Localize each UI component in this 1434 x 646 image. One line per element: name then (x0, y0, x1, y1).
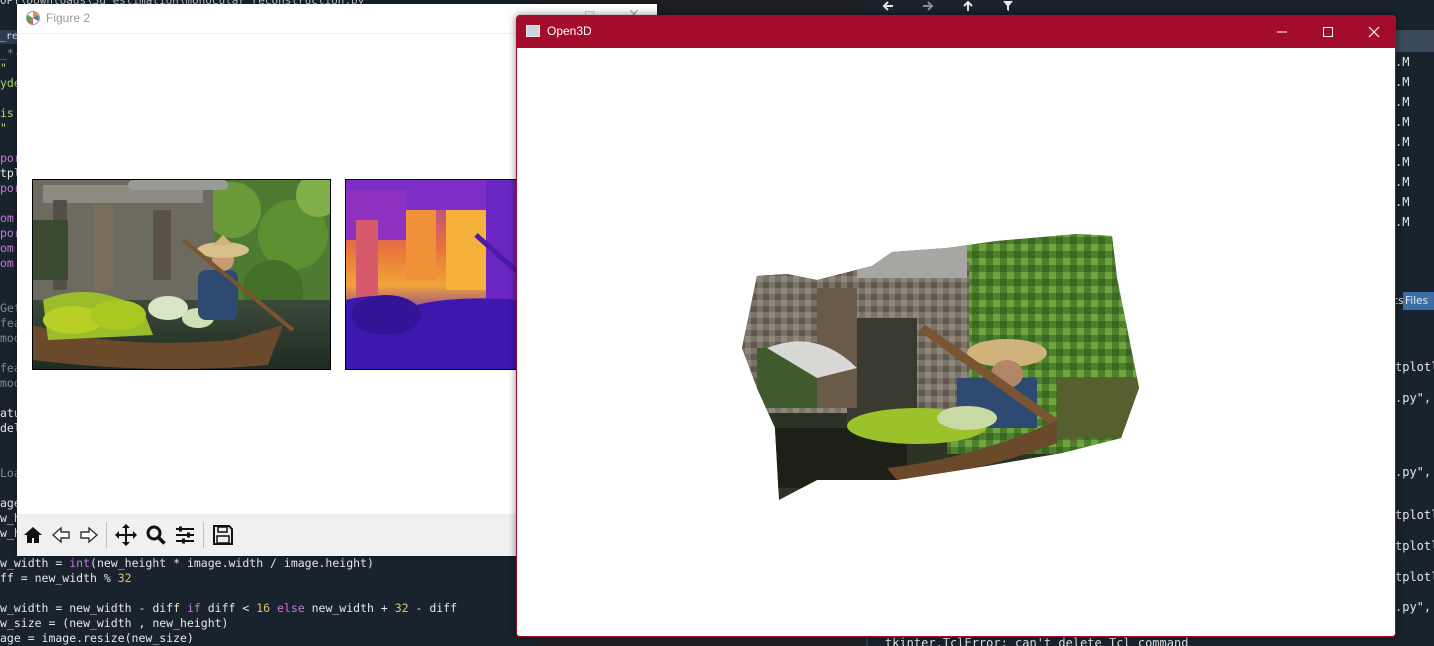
code-fragment: om (0, 256, 14, 270)
forward-icon[interactable] (76, 522, 102, 548)
file-list-item[interactable]: .M (1395, 172, 1434, 192)
console-line: .py", (1395, 465, 1432, 479)
console-line: tplotl (1395, 508, 1434, 522)
code-line: w_width = new_width - diff if diff < 16 … (0, 601, 457, 616)
code-token: else (276, 601, 305, 615)
code-token: ff = new_width % (0, 571, 118, 585)
code-token: diff < (200, 601, 257, 615)
rgb-image-axes (32, 179, 331, 370)
home-icon[interactable] (20, 522, 46, 548)
reconstructed-point-cloud (742, 234, 1139, 500)
save-icon[interactable] (210, 522, 236, 548)
console-line: tplotl (1395, 539, 1434, 553)
pan-icon[interactable] (113, 522, 139, 548)
code-fragment: om (0, 241, 14, 255)
minimize-icon (1277, 31, 1287, 33)
console-line: .py", (1395, 600, 1432, 614)
minimize-button[interactable] (1259, 16, 1305, 48)
file-list-item[interactable]: .M (1395, 132, 1434, 152)
toolbar-separator (106, 522, 107, 548)
maximize-icon (1323, 27, 1333, 37)
app-window-icon (526, 25, 540, 37)
filter-icon[interactable] (1002, 0, 1014, 15)
code-fragment: is (0, 106, 14, 120)
console-line: tplotl (1395, 360, 1434, 374)
file-list-item[interactable]: .M (1395, 152, 1434, 172)
tab-files[interactable]: Files (1403, 292, 1434, 310)
editor-margin-fragments: _*- " yde is " por tpl por om por om om Get fea mod fea… (0, 46, 21, 560)
close-button[interactable] (1351, 16, 1395, 48)
code-token: int (69, 556, 91, 570)
file-list-item[interactable]: .M (1395, 92, 1434, 112)
code-token: 32 (117, 571, 132, 585)
file-list-item[interactable]: .M (1395, 192, 1434, 212)
code-token: w_width = new_width - diff (0, 601, 187, 615)
back-arrow-icon[interactable] (882, 0, 894, 15)
code-line: w_size = (new_width , new_height) (0, 616, 228, 631)
console-error-line: tkinter.TclError: can't delete Tcl comma… (885, 636, 1189, 646)
file-list-item[interactable]: .M (1395, 52, 1434, 72)
depth-map-axes (345, 179, 520, 370)
code-token: - diff (408, 601, 458, 615)
file-list-item[interactable]: .M (1395, 212, 1434, 232)
code-line: age = image.resize(new_size) (0, 631, 194, 646)
code-token: if (186, 601, 201, 615)
code-token: w_width = (0, 556, 70, 570)
console-line: .py", (1395, 391, 1432, 405)
toolbar-separator (203, 522, 204, 548)
maximize-button[interactable] (1305, 16, 1351, 48)
matplotlib-logo-icon (26, 11, 40, 25)
open3d-titlebar[interactable]: Open3D (517, 16, 1395, 48)
up-arrow-icon[interactable] (962, 0, 974, 15)
code-token: new_width + (304, 601, 395, 615)
code-fragment: " (0, 121, 7, 135)
configure-subplots-icon[interactable] (172, 522, 198, 548)
console-line: tplotl (1395, 570, 1434, 584)
depth-map-image (346, 180, 519, 369)
code-fragment: om (0, 211, 14, 225)
code-token: 16 (256, 601, 271, 615)
code-line: w_width = int(new_height * image.width /… (0, 556, 374, 571)
code-fragment: " (0, 61, 7, 75)
file-list-item[interactable]: .M (1395, 112, 1434, 132)
close-icon (1368, 26, 1380, 38)
point-cloud-viewport[interactable] (517, 48, 1395, 636)
code-token: w_size = (new_width , new_height) (0, 616, 229, 630)
figure-title: Figure 2 (46, 11, 91, 25)
file-list-item[interactable]: .M (1395, 72, 1434, 92)
code-token: (new_height * image.width / image.height… (90, 556, 374, 570)
back-icon[interactable] (48, 522, 74, 548)
floating-market-photo (33, 180, 330, 369)
pane-tabs: ts Files (1392, 292, 1434, 310)
code-token: 32 (394, 601, 409, 615)
code-line: ff = new_width % 32 (0, 571, 132, 586)
open3d-title: Open3D (547, 24, 592, 38)
zoom-icon[interactable] (143, 522, 169, 548)
file-list: .M .M .M .M .M .M .M .M .M (1395, 52, 1434, 232)
open3d-window[interactable]: Open3D (516, 15, 1396, 637)
forward-arrow-icon[interactable] (922, 0, 934, 15)
file-browser-toolbar (862, 0, 1434, 16)
file-browser-header (1395, 30, 1434, 52)
code-token: age = image.resize(new_size) (0, 631, 194, 645)
